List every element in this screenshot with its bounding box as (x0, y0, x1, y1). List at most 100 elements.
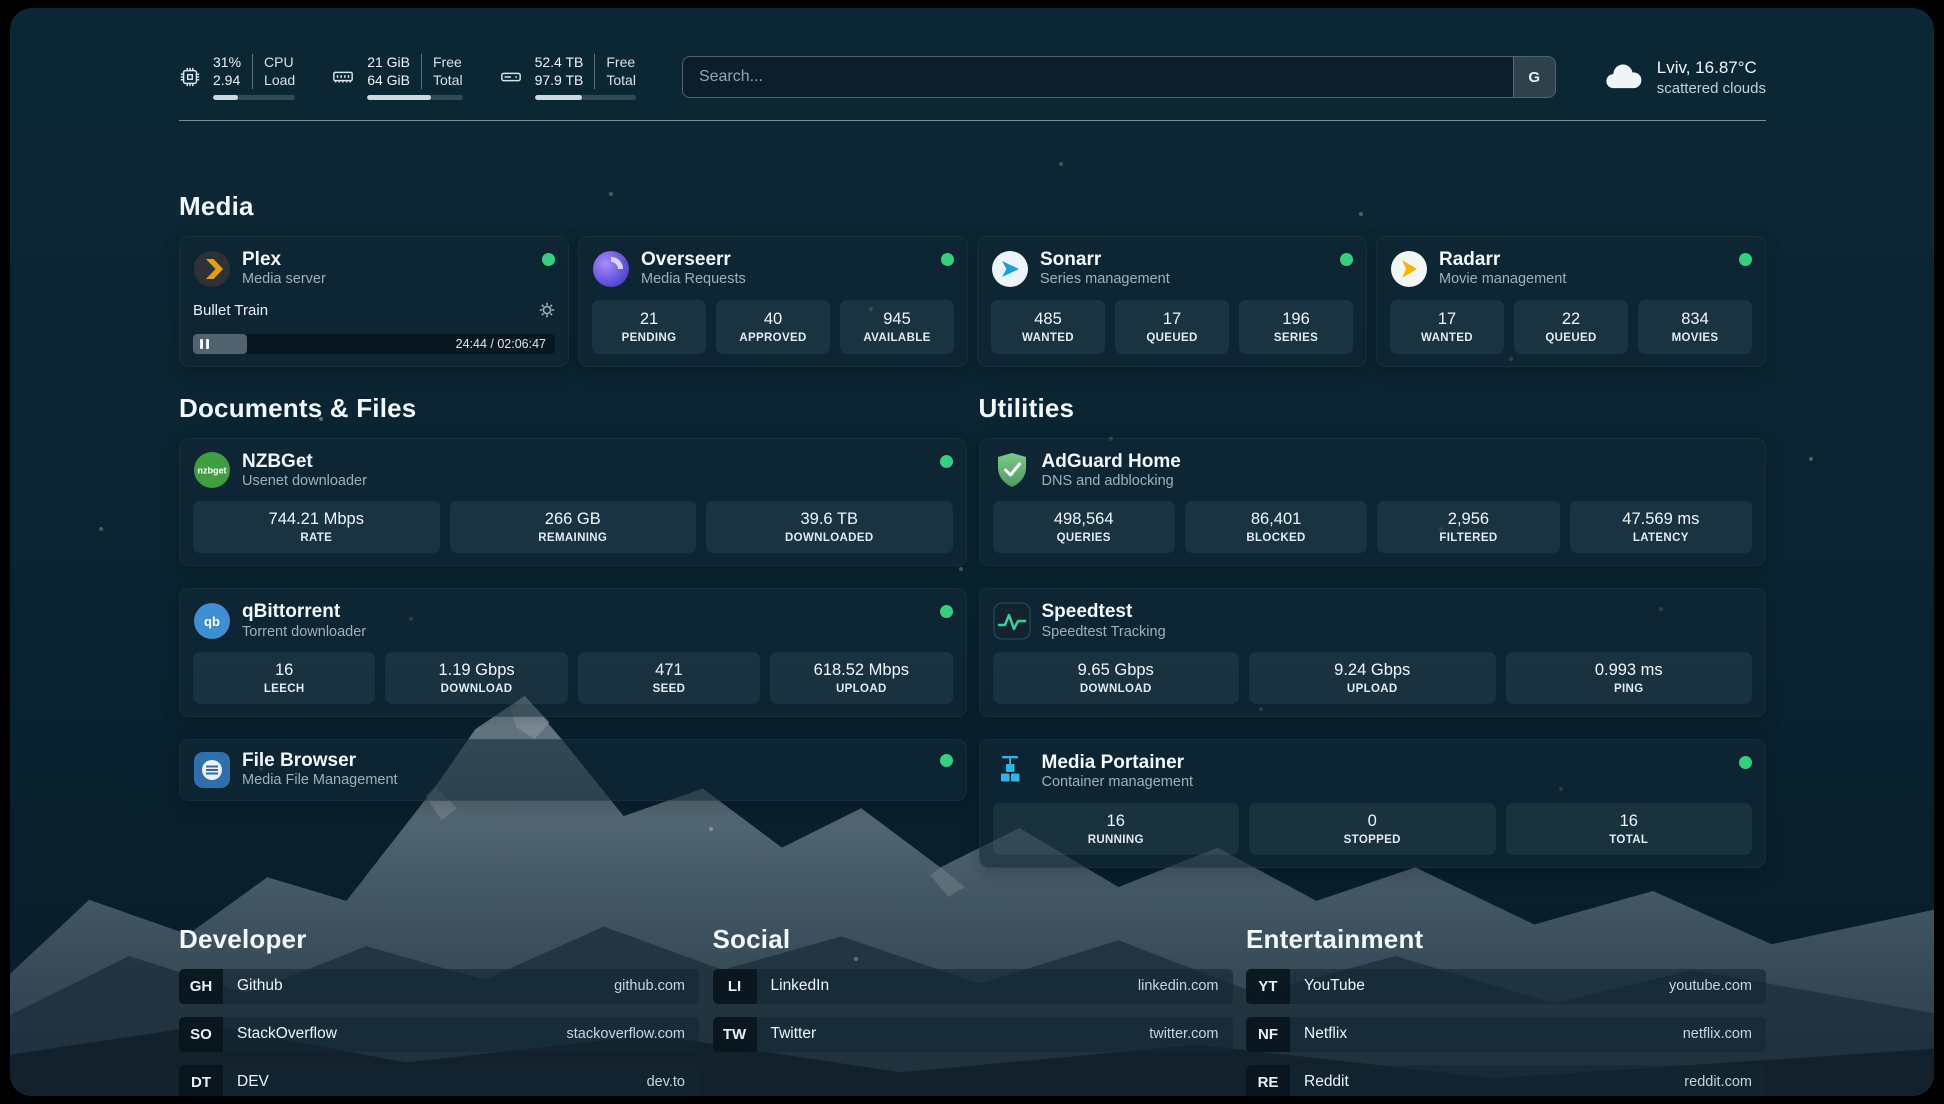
stat-value: 834 (1681, 310, 1709, 329)
ram-widget: 21 GiB 64 GiB Free Total (331, 54, 462, 100)
bookmark-name: Twitter (771, 1025, 817, 1043)
app-name: Radarr (1439, 249, 1566, 270)
utilities-title: Utilities (979, 393, 1767, 424)
stackoverflow-badge: SO (179, 1017, 223, 1052)
stat-value: 0.993 ms (1595, 661, 1663, 680)
status-dot (940, 455, 953, 468)
disk-icon (499, 66, 523, 88)
stat-value: 0 (1368, 812, 1377, 831)
stat-value: 485 (1034, 310, 1062, 329)
system-stats: 31% 2.94 CPU Load (179, 54, 636, 100)
stat-running: 16 RUNNING (993, 803, 1240, 855)
section-media: Media Plex (179, 191, 1766, 367)
section-entertainment: Entertainment YT YouTube youtube.com NF … (1246, 924, 1766, 1096)
stat-value: 17 (1438, 310, 1456, 329)
app-card-speedtest[interactable]: Speedtest Speedtest Tracking 9.65 Gbps D… (979, 588, 1767, 717)
app-subtitle: Speedtest Tracking (1042, 624, 1166, 641)
bookmark-url: youtube.com (1669, 978, 1752, 994)
gear-icon[interactable] (539, 302, 555, 318)
nzbget-icon: nzbget (193, 451, 231, 489)
linkedin-badge: LI (713, 969, 757, 1004)
stat-wanted: 17 WANTED (1390, 300, 1504, 354)
bookmark-url: linkedin.com (1138, 978, 1219, 994)
stat-value: 266 GB (545, 510, 601, 529)
stat-label: DOWNLOADED (785, 532, 873, 544)
media-title: Media (179, 191, 1766, 222)
dev-badge: DT (179, 1065, 223, 1096)
netflix-badge: NF (1246, 1017, 1290, 1052)
status-dot (542, 253, 555, 266)
twitter-badge: TW (713, 1017, 757, 1052)
bookmark-reddit[interactable]: RE Reddit reddit.com (1246, 1065, 1766, 1096)
cpu-label-2: Load (264, 72, 295, 89)
app-card-sonarr[interactable]: Sonarr Series management 485 WANTED (977, 236, 1367, 367)
stat-label: FILTERED (1439, 532, 1497, 544)
bookmark-linkedin[interactable]: LI LinkedIn linkedin.com (713, 969, 1233, 1004)
status-dot (1739, 756, 1752, 769)
stat-download: 9.65 Gbps DOWNLOAD (993, 652, 1240, 704)
bookmark-name: Netflix (1304, 1025, 1347, 1043)
app-card-adguard[interactable]: AdGuard Home DNS and adblocking 498,564 … (979, 438, 1767, 567)
app-subtitle: DNS and adblocking (1042, 473, 1181, 490)
app-card-qbittorrent[interactable]: qb qBittorrent Torrent downloader (179, 588, 967, 717)
app-card-overseerr[interactable]: Overseerr Media Requests 21 PENDING (578, 236, 968, 367)
app-subtitle: Usenet downloader (242, 473, 367, 490)
ram-icon (331, 66, 355, 88)
window-frame: 31% 2.94 CPU Load (0, 0, 1944, 1104)
documents-title: Documents & Files (179, 393, 967, 424)
bookmark-name: YouTube (1304, 977, 1365, 995)
sonarr-icon (991, 250, 1029, 288)
stat-value: 47.569 ms (1622, 510, 1699, 529)
portainer-icon (993, 753, 1031, 791)
app-card-radarr[interactable]: Radarr Movie management 17 WANTED 2 (1376, 236, 1766, 367)
developer-title: Developer (179, 924, 699, 955)
bookmark-dev[interactable]: DT DEV dev.to (179, 1065, 699, 1096)
app-card-portainer[interactable]: Media Portainer Container management 16 … (979, 739, 1767, 868)
app-card-plex[interactable]: Plex Media server Bullet Train (179, 236, 569, 367)
stat-label: LEECH (264, 683, 305, 695)
stat-label: BLOCKED (1246, 532, 1305, 544)
bookmark-youtube[interactable]: YT YouTube youtube.com (1246, 969, 1766, 1004)
stat-wanted: 485 WANTED (991, 300, 1105, 354)
bookmark-github[interactable]: GH Github github.com (179, 969, 699, 1004)
dashboard-screen: 31% 2.94 CPU Load (10, 8, 1934, 1096)
stat-label: STOPPED (1344, 834, 1401, 846)
bookmark-stackoverflow[interactable]: SO StackOverflow stackoverflow.com (179, 1017, 699, 1052)
playback-progress-bar[interactable]: 24:44 / 02:06:47 (193, 334, 555, 354)
weather-widget: Lviv, 16.87°C scattered clouds (1602, 58, 1766, 97)
app-card-filebrowser[interactable]: File Browser Media File Management (179, 739, 967, 801)
status-dot (941, 253, 954, 266)
weather-location-temp: Lviv, 16.87°C (1657, 58, 1766, 78)
stat-rate: 744.21 Mbps RATE (193, 501, 440, 553)
status-dot (1739, 253, 1752, 266)
now-playing-title: Bullet Train (193, 302, 268, 319)
stat-value: 16 (275, 661, 293, 680)
stat-label: LATENCY (1633, 532, 1689, 544)
stat-label: DOWNLOAD (1080, 683, 1152, 695)
bookmark-twitter[interactable]: TW Twitter twitter.com (713, 1017, 1233, 1052)
stat-label: QUEUED (1146, 332, 1197, 344)
pause-icon[interactable] (200, 339, 209, 349)
bookmark-netflix[interactable]: NF Netflix netflix.com (1246, 1017, 1766, 1052)
stat-label: WANTED (1421, 332, 1473, 344)
app-card-nzbget[interactable]: nzbget NZBGet Usenet downloader 74 (179, 438, 967, 567)
search-engine-button[interactable]: G (1513, 57, 1555, 97)
app-subtitle: Torrent downloader (242, 624, 366, 641)
stat-label: APPROVED (739, 332, 806, 344)
app-name: NZBGet (242, 451, 367, 472)
adguard-icon (993, 451, 1031, 489)
stat-label: PING (1614, 683, 1644, 695)
stat-filtered: 2,956 FILTERED (1377, 501, 1559, 553)
stat-value: 86,401 (1251, 510, 1301, 529)
stat-value: 196 (1282, 310, 1310, 329)
reddit-badge: RE (1246, 1065, 1290, 1096)
qbittorrent-icon: qb (193, 602, 231, 640)
app-subtitle: Media Requests (641, 271, 746, 288)
app-subtitle: Container management (1042, 774, 1194, 791)
stat-upload: 618.52 Mbps UPLOAD (770, 652, 952, 704)
search-input[interactable] (683, 57, 1513, 97)
weather-condition: scattered clouds (1657, 80, 1766, 97)
stat-value: 22 (1562, 310, 1580, 329)
cpu-label-1: CPU (264, 54, 295, 71)
disk-free: 52.4 TB (535, 54, 584, 71)
